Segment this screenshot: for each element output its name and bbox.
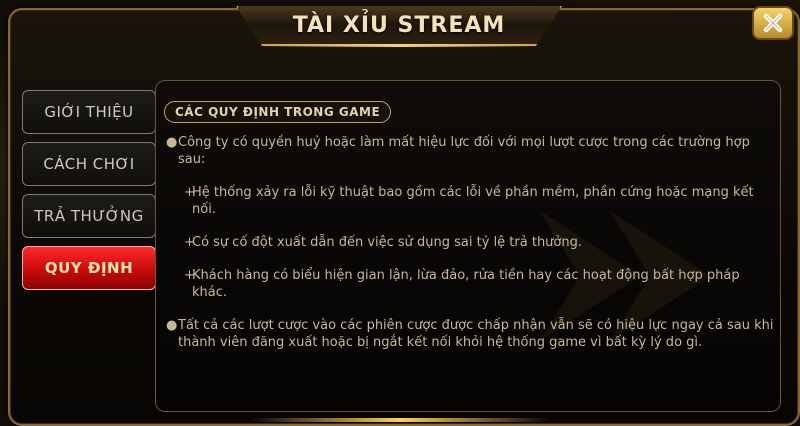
plus-icon: + — [184, 268, 195, 283]
rule-sub-text: Hệ thống xảy ra lỗi kỹ thuật bao gồm các… — [192, 185, 754, 217]
dialog-title-plate: TÀI XỈU STREAM — [236, 6, 562, 46]
tab-label: TRẢ THƯỞNG — [34, 207, 144, 225]
rule-paragraph: ● Công ty có quyền huỷ hoặc làm mất hiệu… — [166, 134, 774, 168]
rules-text[interactable]: ● Công ty có quyền huỷ hoặc làm mất hiệu… — [166, 134, 774, 367]
tab-quy-dinh[interactable]: QUY ĐỊNH — [22, 246, 156, 290]
rule-text: Công ty có quyền huỷ hoặc làm mất hiệu l… — [178, 135, 750, 167]
dialog-title: TÀI XỈU STREAM — [292, 12, 506, 38]
bullet-icon: ● — [166, 135, 178, 150]
rule-sub-item: + Hệ thống xảy ra lỗi kỹ thuật bao gồm c… — [166, 184, 774, 218]
rule-text: Tất cả các lượt cược vào các phiên cược … — [178, 318, 774, 350]
close-x-icon — [763, 13, 783, 33]
sidebar-nav: GIỚI THIỆU CÁCH CHƠI TRẢ THƯỞNG QUY ĐỊNH — [22, 90, 156, 298]
tab-label: GIỚI THIỆU — [44, 103, 134, 121]
rule-paragraph: ● Tất cả các lượt cược vào các phiên cượ… — [166, 317, 774, 351]
bottom-glow — [250, 418, 550, 422]
bullet-icon: ● — [166, 318, 178, 333]
plus-icon: + — [184, 185, 195, 200]
rule-sub-item: + Có sự cố đột xuất dẫn đến việc sử dụng… — [166, 234, 774, 251]
tab-tra-thuong[interactable]: TRẢ THƯỞNG — [22, 194, 156, 238]
tab-label: CÁCH CHƠI — [43, 155, 135, 173]
rule-sub-text: Khách hàng có biểu hiện gian lận, lừa đả… — [192, 268, 740, 300]
rule-sub-item: + Khách hàng có biểu hiện gian lận, lừa … — [166, 267, 774, 301]
title-glow — [260, 44, 540, 47]
tab-label: QUY ĐỊNH — [44, 259, 134, 277]
rule-sub-text: Có sự cố đột xuất dẫn đến việc sử dụng s… — [192, 235, 582, 250]
close-button[interactable] — [752, 6, 794, 40]
tab-cach-choi[interactable]: CÁCH CHƠI — [22, 142, 156, 186]
tab-gioi-thieu[interactable]: GIỚI THIỆU — [22, 90, 156, 134]
section-title: CÁC QUY ĐỊNH TRONG GAME — [164, 101, 392, 123]
plus-icon: + — [184, 235, 195, 250]
